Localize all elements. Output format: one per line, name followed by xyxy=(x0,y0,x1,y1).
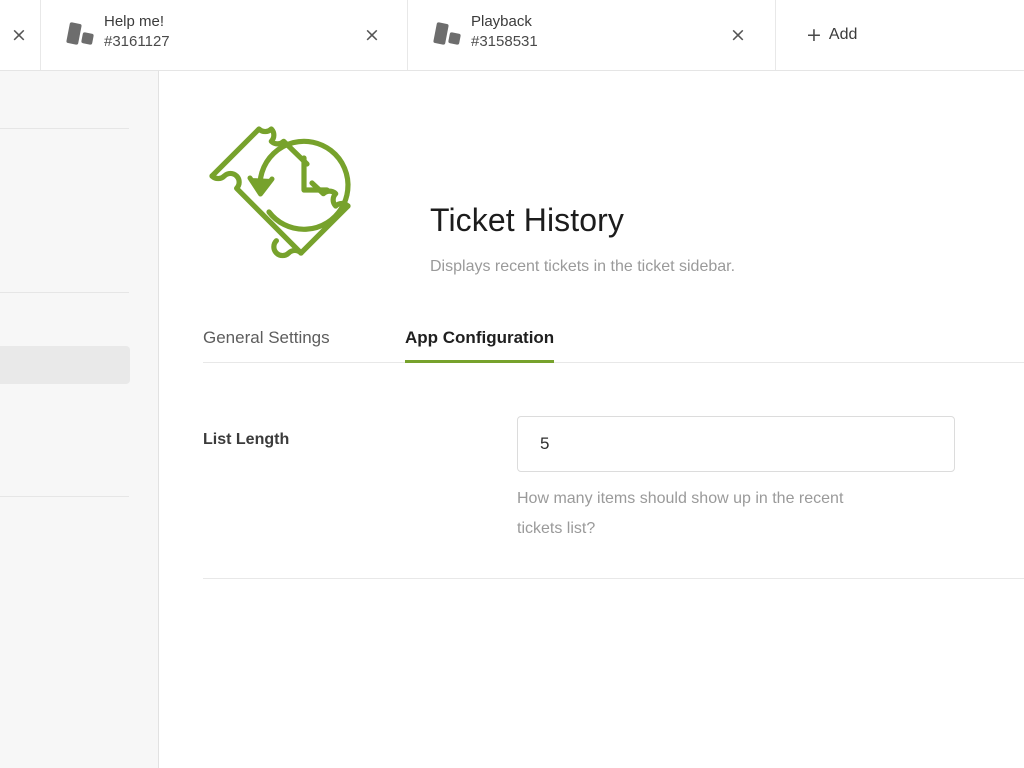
main-content: Ticket History Displays recent tickets i… xyxy=(160,71,1024,768)
sidebar-divider xyxy=(0,128,129,129)
tab-close-icon[interactable]: × xyxy=(361,24,383,46)
plus-icon: + xyxy=(806,26,822,45)
left-sidebar[interactable] xyxy=(0,71,159,768)
add-tab-label: Add xyxy=(829,26,857,44)
sidebar-divider xyxy=(0,496,129,497)
settings-tabs: General Settings App Configuration xyxy=(203,326,1024,363)
ticket-history-icon xyxy=(203,120,358,275)
tab-partial-close-icon[interactable]: × xyxy=(8,24,30,46)
app-root: × Help me! #3161127 × Playback #315 xyxy=(0,0,1024,768)
tab-bar: × Help me! #3161127 × Playback #315 xyxy=(0,0,1024,71)
tab-general-settings[interactable]: General Settings xyxy=(203,326,330,360)
page-title: Ticket History xyxy=(430,201,624,239)
tab-divider xyxy=(775,0,776,70)
tab-text: Playback #3158531 xyxy=(471,12,538,52)
tab-title: Playback xyxy=(471,12,538,31)
pages-icon xyxy=(67,21,97,49)
form-section-divider xyxy=(203,578,1024,579)
tab-ticket-id: #3158531 xyxy=(471,31,538,52)
add-tab-button[interactable]: + Add xyxy=(806,0,857,70)
list-length-label: List Length xyxy=(203,430,289,450)
list-length-input[interactable] xyxy=(517,416,955,472)
list-length-control: How many items should show up in the rec… xyxy=(517,416,955,544)
tab-close-icon[interactable]: × xyxy=(727,24,749,46)
tab-playback[interactable]: Playback #3158531 × xyxy=(408,0,775,70)
tab-app-configuration[interactable]: App Configuration xyxy=(405,326,554,363)
tab-text: Help me! #3161127 xyxy=(104,12,170,52)
sidebar-item-selected[interactable] xyxy=(0,346,130,384)
tab-partial[interactable]: × xyxy=(0,0,40,70)
pages-icon xyxy=(434,21,464,49)
tab-help-me[interactable]: Help me! #3161127 × xyxy=(41,0,407,70)
app-header: Ticket History Displays recent tickets i… xyxy=(203,120,993,280)
sidebar-divider xyxy=(0,292,129,293)
tab-title: Help me! xyxy=(104,12,170,31)
list-length-help: How many items should show up in the rec… xyxy=(517,484,857,544)
tab-ticket-id: #3161127 xyxy=(104,31,170,52)
page-description: Displays recent tickets in the ticket si… xyxy=(430,256,735,278)
